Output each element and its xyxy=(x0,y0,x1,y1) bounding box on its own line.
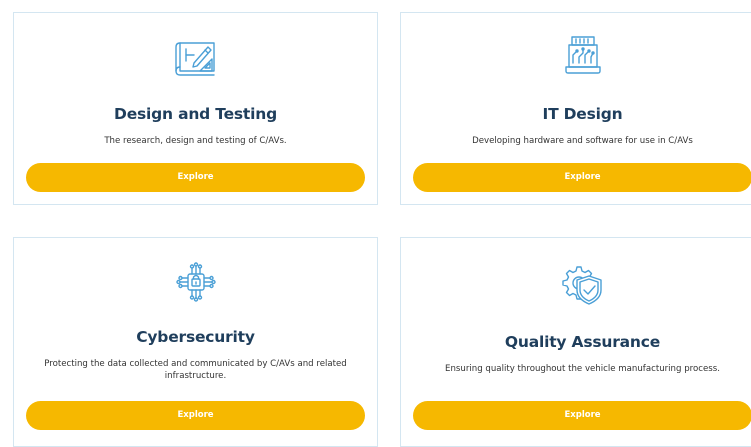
circuit-board-monitor-icon xyxy=(563,35,603,77)
card-quality-assurance: Quality Assurance Ensuring quality throu… xyxy=(400,237,751,447)
explore-button[interactable]: Explore xyxy=(26,163,365,192)
card-title: IT Design xyxy=(542,105,623,123)
gear-shield-check-icon xyxy=(561,262,605,306)
card-it-design: IT Design Developing hardware and softwa… xyxy=(400,12,751,205)
explore-button[interactable]: Explore xyxy=(413,401,751,430)
lock-chip-icon xyxy=(175,262,216,302)
explore-button[interactable]: Explore xyxy=(26,401,365,430)
card-description: Developing hardware and software for use… xyxy=(472,136,693,146)
card-description: The research, design and testing of C/AV… xyxy=(104,136,287,146)
card-design-and-testing: Design and Testing The research, design … xyxy=(13,12,378,205)
card-cybersecurity: Cybersecurity Protecting the data collec… xyxy=(13,237,378,447)
card-description: Ensuring quality throughout the vehicle … xyxy=(445,364,720,374)
blueprint-pencil-icon xyxy=(174,37,218,77)
card-description: Protecting the data collected and commun… xyxy=(44,359,347,381)
explore-button[interactable]: Explore xyxy=(413,163,751,192)
card-title: Cybersecurity xyxy=(136,328,255,346)
card-title: Quality Assurance xyxy=(504,333,661,351)
card-title: Design and Testing xyxy=(114,105,277,123)
